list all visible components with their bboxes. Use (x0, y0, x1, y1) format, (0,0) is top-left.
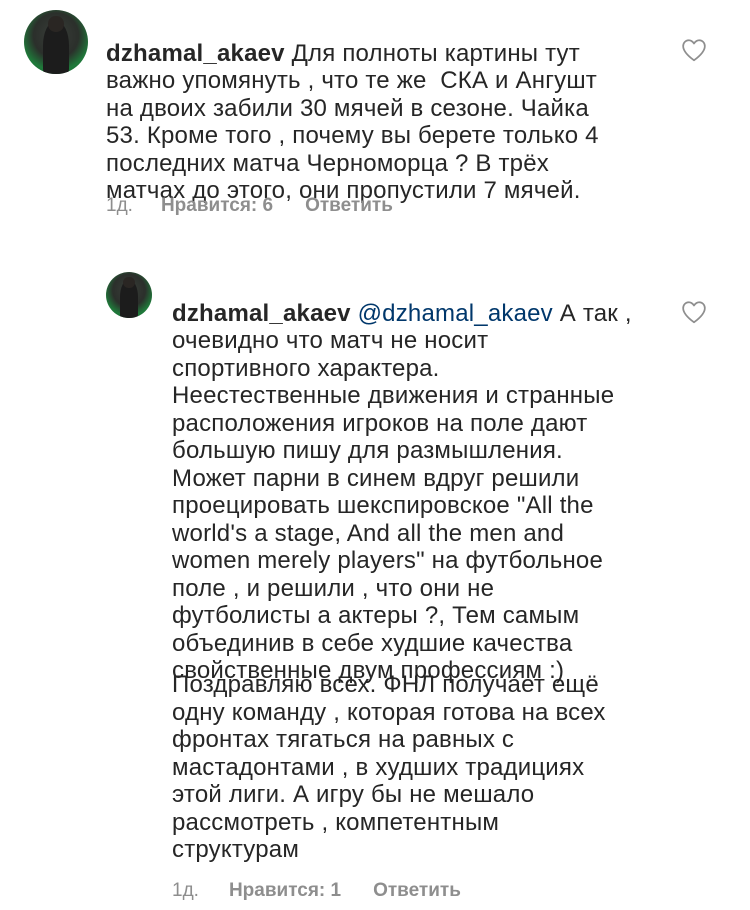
reply-comment: dzhamal_akaev @dzhamal_akaev А так , оче… (0, 260, 750, 910)
comment-time: 1д. (106, 195, 133, 216)
likes-count[interactable]: Нравится: 1 (229, 880, 341, 902)
comment-body: dzhamal_akaev @dzhamal_akaev А так , оче… (172, 272, 682, 685)
likes-count[interactable]: Нравится: 6 (161, 195, 273, 217)
comment-text-continued: Поздравляю всех. ФНЛ получает ещё одну к… (172, 671, 606, 863)
like-heart-icon[interactable] (681, 38, 707, 62)
avatar[interactable] (106, 272, 152, 318)
comment-text: А так , очевидно что матч не носит спорт… (172, 299, 632, 685)
avatar[interactable] (24, 10, 88, 74)
comment-username[interactable]: dzhamal_akaev (106, 40, 285, 67)
comment-meta: 1д. Нравится: 6 Ответить (106, 195, 393, 217)
mention-link[interactable]: @dzhamal_akaev (358, 300, 553, 327)
comment-username[interactable]: dzhamal_akaev (172, 300, 351, 327)
reply-button[interactable]: Ответить (373, 880, 461, 902)
comment-meta: 1д. Нравится: 1 Ответить (172, 880, 461, 902)
reply-button[interactable]: Ответить (305, 195, 393, 217)
comment-body: dzhamal_akaev Для полноты картины тут ва… (106, 12, 696, 205)
comment: dzhamal_akaev Для полноты картины тут ва… (0, 0, 750, 240)
comment-time: 1д. (172, 880, 199, 901)
like-heart-icon[interactable] (681, 300, 707, 324)
